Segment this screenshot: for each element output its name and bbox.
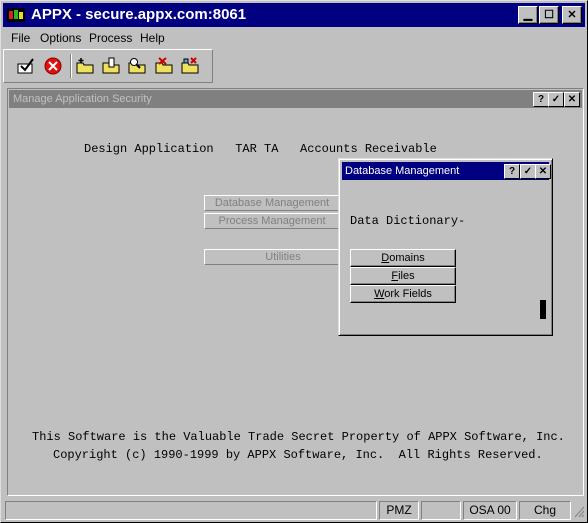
application-header: Design Application TAR TA Accounts Recei… [84,142,437,156]
resize-grip-icon[interactable] [573,504,585,518]
dialog-close-button[interactable]: ✕ [535,164,551,179]
status-panel-pmz: PMZ [379,501,419,520]
menu-bar: File Options Process Help [3,28,585,48]
appx-logo-icon [7,8,25,22]
maximize-button[interactable]: ☐ [539,6,559,24]
cancel-icon[interactable] [43,56,63,76]
window-title: APPX - secure.appx.com:8061 [31,6,247,23]
menu-help[interactable]: Help [140,31,165,45]
status-panel-chg: Chg [519,501,571,520]
close-icon: ✕ [567,9,577,21]
copyright-line-2: Copyright (c) 1990-1999 by APPX Software… [53,448,543,462]
database-management-dialog: Database Management ? ✓ ✕ Data Dictionar… [338,158,553,336]
help-icon: ? [508,166,516,177]
title-bar[interactable]: APPX - secure.appx.com:8061 ▁ ☐ ✕ [3,3,585,27]
mdi-title: Manage Application Security [13,93,152,105]
status-panel-empty [421,501,461,520]
minimize-button[interactable]: ▁ [518,6,538,24]
close-icon: ✕ [567,94,577,105]
work-fields-label-rest: ork Fields [384,288,432,300]
domains-button[interactable]: Domains [350,249,456,267]
app-window: APPX - secure.appx.com:8061 ▁ ☐ ✕ File O… [0,0,588,523]
folder-delete-icon[interactable] [154,56,174,76]
data-dictionary-label: Data Dictionary- [350,214,466,228]
status-bar: PMZ OSA 00 Chg [3,500,585,520]
dialog-help-button[interactable]: ? [504,164,520,179]
toolbar-separator [70,54,72,78]
folder-tools-icon[interactable] [180,56,200,76]
dialog-title: Database Management [345,165,460,177]
close-icon: ✕ [538,166,548,177]
status-message-panel [5,501,377,520]
work-fields-accel: W [374,288,385,300]
mdi-help-button[interactable]: ? [533,92,549,107]
mdi-check-button[interactable]: ✓ [548,92,564,107]
toolbar [3,49,213,83]
menu-options[interactable]: Options [40,31,81,45]
status-panel-osa: OSA 00 [463,501,517,520]
check-icon: ✓ [551,94,561,105]
files-label-rest: iles [398,270,415,282]
close-button[interactable]: ✕ [562,6,582,24]
process-management-button[interactable]: Process Management [204,213,340,229]
dialog-check-button[interactable]: ✓ [520,164,536,179]
files-button[interactable]: Files [350,267,456,285]
work-fields-button[interactable]: Work Fields [350,285,456,303]
maximize-icon: ☐ [544,9,554,21]
minimize-icon: ▁ [523,9,533,21]
ok-check-icon[interactable] [16,56,36,76]
database-management-button[interactable]: Database Management [204,195,340,211]
help-icon: ? [537,94,545,105]
folder-search-icon[interactable] [127,56,147,76]
dialog-title-bar[interactable]: Database Management ? ✓ ✕ [342,162,551,180]
copyright-line-1: This Software is the Valuable Trade Secr… [32,430,565,444]
mdi-title-bar[interactable]: Manage Application Security ? ✓ ✕ [9,90,582,108]
check-icon: ✓ [523,166,533,177]
folder-edit-icon[interactable] [101,56,121,76]
folder-add-icon[interactable] [75,56,95,76]
menu-process[interactable]: Process [89,31,132,45]
text-cursor [540,300,546,319]
mdi-close-button[interactable]: ✕ [564,92,580,107]
menu-file[interactable]: File [11,31,30,45]
domains-label-rest: omains [389,252,425,264]
